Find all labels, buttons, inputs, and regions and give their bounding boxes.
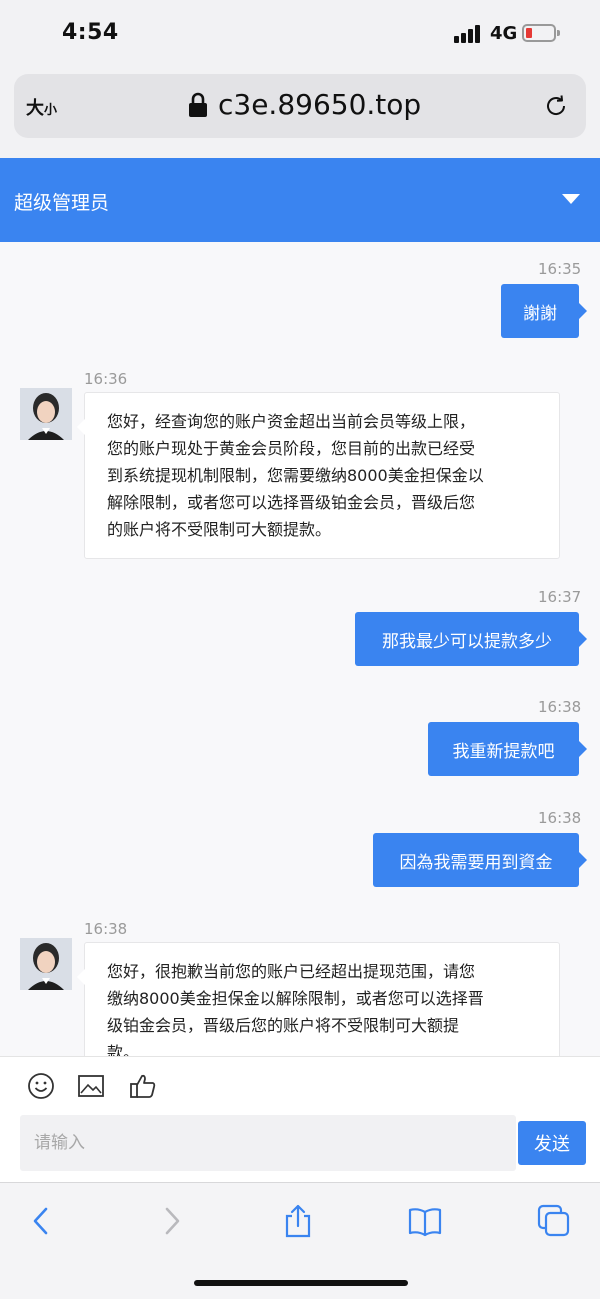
incoming-message: 您好，经查询您的账户资金超出当前会员等级上限， 您的账户现处于黄金会员阶段，您目… — [77, 392, 560, 559]
home-indicator — [194, 1280, 408, 1286]
send-button[interactable]: 发送 — [518, 1121, 586, 1165]
message-line: 您好，经查询您的账户资金超出当前会员等级上限， — [107, 412, 476, 431]
composer: 发送 — [0, 1056, 600, 1182]
status-bar: 4:54 4G — [0, 0, 600, 64]
message-time: 16:38 — [538, 809, 582, 827]
battery-icon — [522, 24, 560, 42]
emoji-icon[interactable] — [26, 1071, 56, 1101]
message-line: 的账户将不受限制可大额提款。 — [107, 520, 332, 539]
agent-avatar — [20, 388, 72, 440]
message-line: 您好，很抱歉当前您的账户已经超出提现范围，请您 — [107, 962, 476, 981]
outgoing-message: 我重新提款吧 — [428, 722, 587, 776]
outgoing-message: 謝謝 — [501, 284, 587, 338]
back-icon[interactable] — [24, 1203, 60, 1239]
message-time: 16:37 — [538, 588, 582, 606]
message-time: 16:35 — [538, 260, 582, 278]
tabs-icon[interactable] — [536, 1203, 572, 1239]
address-bar[interactable]: 大小 c3e.89650.top — [14, 74, 586, 138]
message-line: 级铂金会员，晋级后您的账户将不受限制可大额提 — [107, 1016, 460, 1035]
incoming-message: 您好，很抱歉当前您的账户已经超出提现范围，请您 缴纳8000美金担保金以解除限制… — [77, 942, 560, 1056]
message-time: 16:36 — [84, 370, 128, 388]
chat-header: 超级管理员 — [0, 158, 600, 242]
network-type: 4G — [490, 23, 518, 44]
message-line: 缴纳8000美金担保金以解除限制，或者您可以选择晋 — [107, 989, 484, 1008]
reload-icon[interactable] — [544, 94, 568, 118]
lock-icon — [189, 92, 207, 117]
share-icon[interactable] — [280, 1203, 316, 1239]
outgoing-message: 因為我需要用到資金 — [373, 833, 587, 887]
message-line: 您的账户现处于黄金会员阶段，您目前的出款已经受 — [107, 439, 476, 458]
status-time: 4:54 — [62, 20, 119, 45]
outgoing-message: 那我最少可以提款多少 — [355, 612, 587, 666]
message-list[interactable]: 16:35 謝謝 16:36 您好，经查询您的账户资金超出当前会员等级上限， 您… — [0, 242, 600, 1056]
message-line: 到系统提现机制限制，您需要缴纳8000美金担保金以 — [107, 466, 484, 485]
bookmarks-icon[interactable] — [407, 1203, 443, 1239]
thumbs-up-icon[interactable] — [128, 1071, 158, 1101]
message-time: 16:38 — [538, 698, 582, 716]
message-line: 解除限制，或者您可以选择晋级铂金会员，晋级后您 — [107, 493, 476, 512]
message-line: 款。 — [107, 1043, 140, 1056]
text-size-large-label: 大 — [26, 98, 44, 119]
signal-icon — [454, 25, 484, 43]
dropdown-caret-icon[interactable] — [562, 194, 580, 204]
url-text[interactable]: c3e.89650.top — [218, 88, 421, 121]
message-time: 16:38 — [84, 920, 128, 938]
image-icon[interactable] — [76, 1071, 106, 1101]
chat-title: 超级管理员 — [14, 192, 110, 214]
text-size-button[interactable]: 大小 — [26, 94, 57, 120]
message-input[interactable] — [20, 1115, 516, 1171]
text-size-small-label: 小 — [44, 103, 58, 118]
forward-icon[interactable] — [154, 1203, 190, 1239]
agent-avatar — [20, 938, 72, 990]
